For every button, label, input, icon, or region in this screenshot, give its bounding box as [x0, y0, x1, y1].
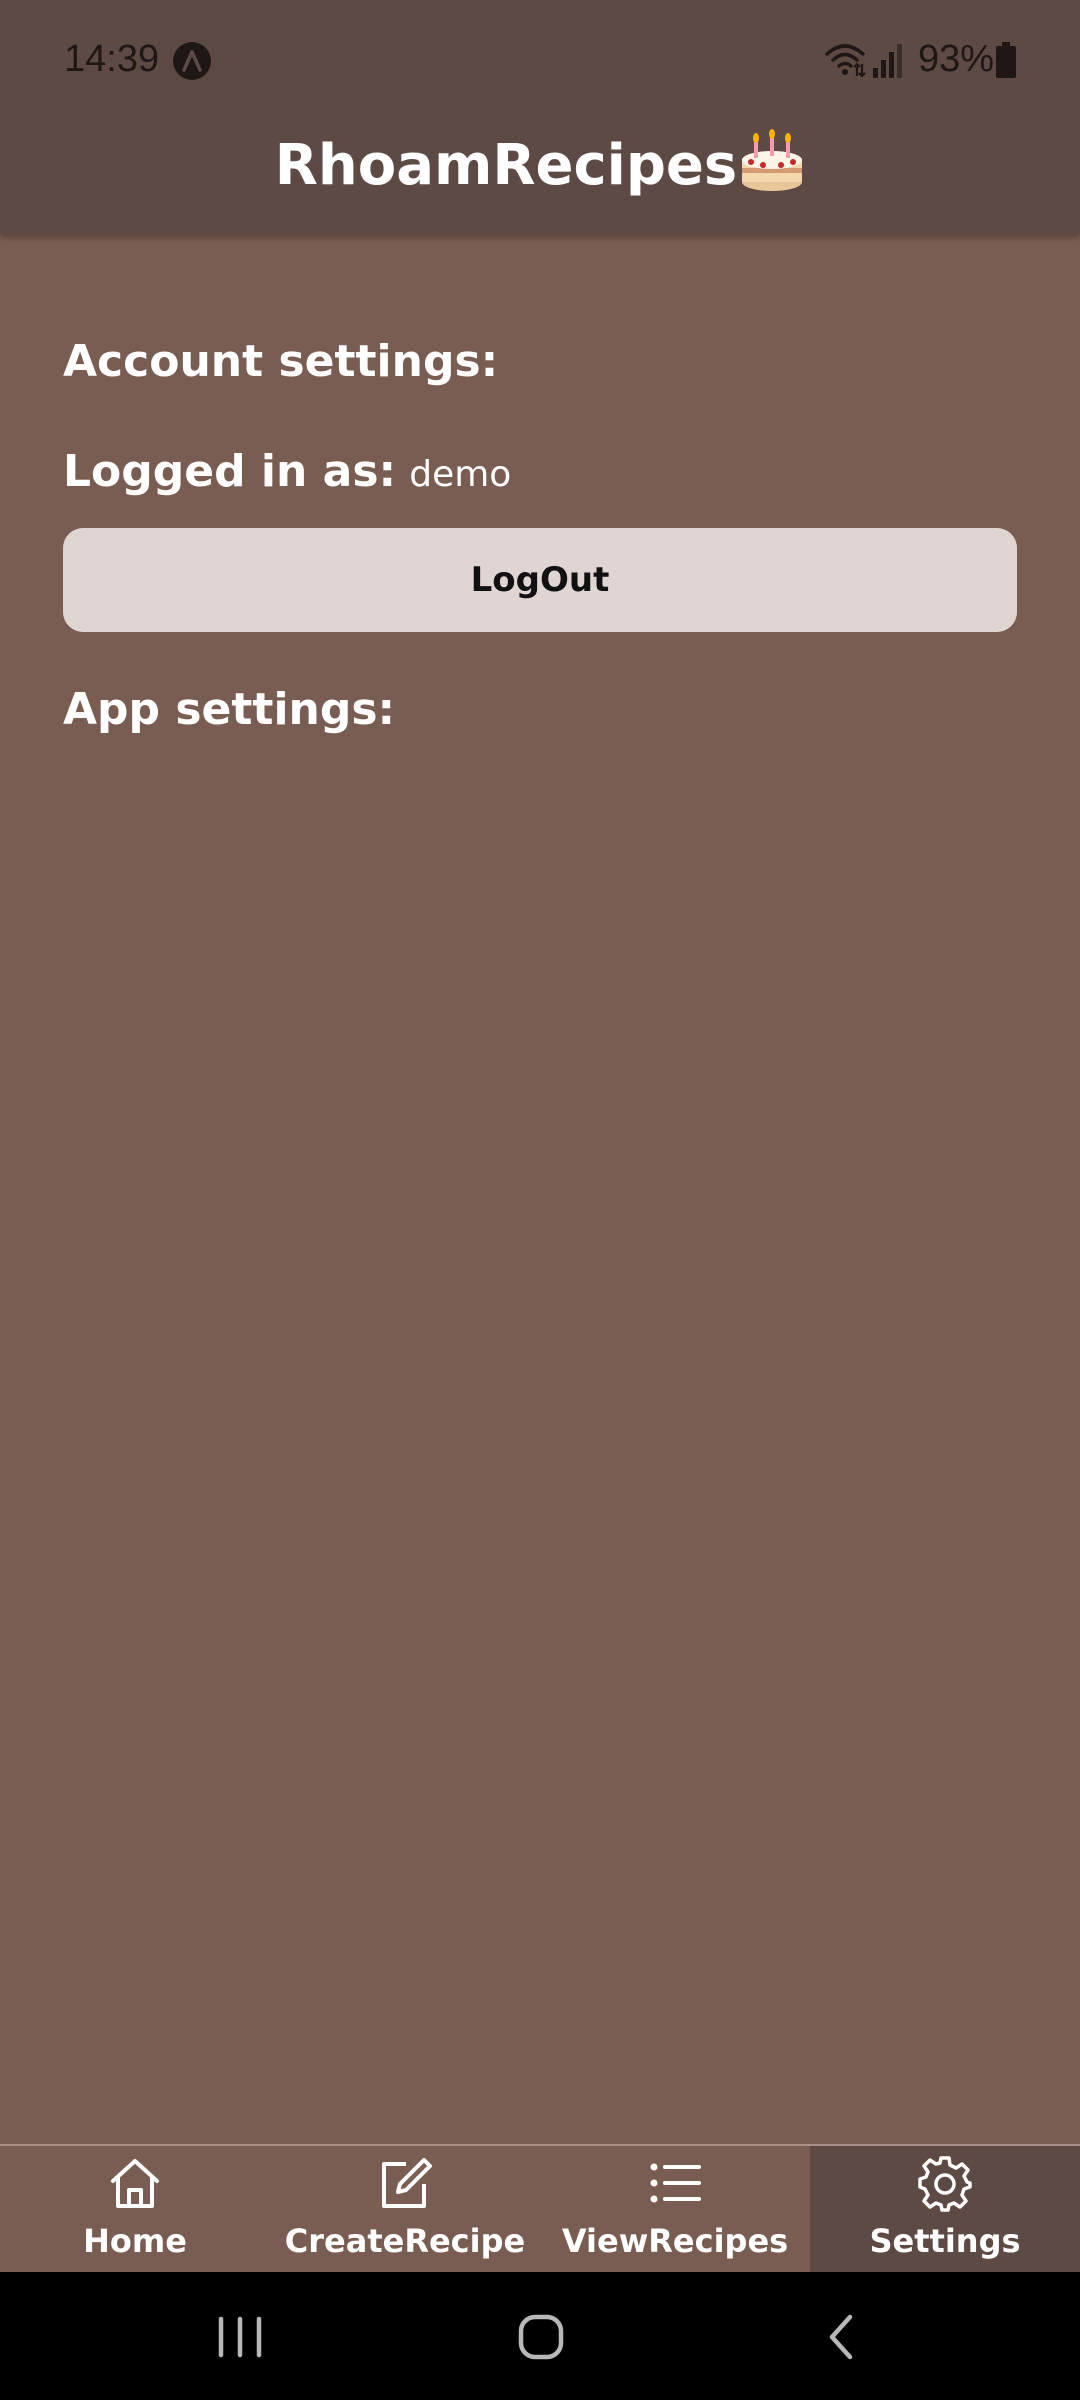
logged-in-label: Logged in as:: [63, 446, 397, 497]
edit-icon: [382, 2158, 432, 2208]
wifi-icon: [825, 44, 866, 78]
status-time: 14:39: [64, 38, 160, 80]
bottom-tab-bar: Home CreateRecipe ViewRecipes Settings: [0, 2144, 1080, 2272]
tab-create-recipe[interactable]: CreateRecipe: [270, 2146, 540, 2272]
logged-in-username: demo: [409, 454, 512, 495]
list-icon: [650, 2163, 701, 2203]
app-notification-icon: [173, 42, 211, 80]
gear-icon: [918, 2156, 972, 2212]
app-header: 14:39 93% RhoamRecipes: [0, 0, 1080, 234]
home-icon: [111, 2159, 159, 2208]
recent-apps-icon[interactable]: [205, 2302, 275, 2372]
signal-icon: [873, 44, 902, 78]
tab-home[interactable]: Home: [0, 2146, 270, 2272]
account-settings-heading: Account settings:: [63, 336, 499, 387]
tab-settings[interactable]: Settings: [810, 2146, 1080, 2272]
tab-view-recipes[interactable]: ViewRecipes: [540, 2146, 810, 2272]
tab-view-recipes-label: ViewRecipes: [561, 2222, 789, 2260]
battery-percentage: 93%: [918, 38, 995, 80]
tab-home-label: Home: [83, 2222, 187, 2260]
home-circle-icon[interactable]: [506, 2302, 576, 2372]
cake-icon: [742, 129, 803, 191]
app-settings-heading: App settings:: [63, 684, 396, 735]
battery-icon: [996, 42, 1016, 78]
logged-in-row: Logged in as: demo: [63, 442, 511, 511]
logout-button[interactable]: LogOut: [63, 528, 1017, 632]
system-navigation-bar: [0, 2272, 1080, 2400]
back-icon[interactable]: [808, 2302, 878, 2372]
page-title: RhoamRecipes: [0, 126, 1080, 206]
tab-settings-label: Settings: [869, 2222, 1021, 2260]
status-bar: 14:39 93%: [0, 30, 1080, 90]
tab-create-recipe-label: CreateRecipe: [284, 2222, 526, 2260]
app-title-text: RhoamRecipes: [274, 133, 738, 198]
